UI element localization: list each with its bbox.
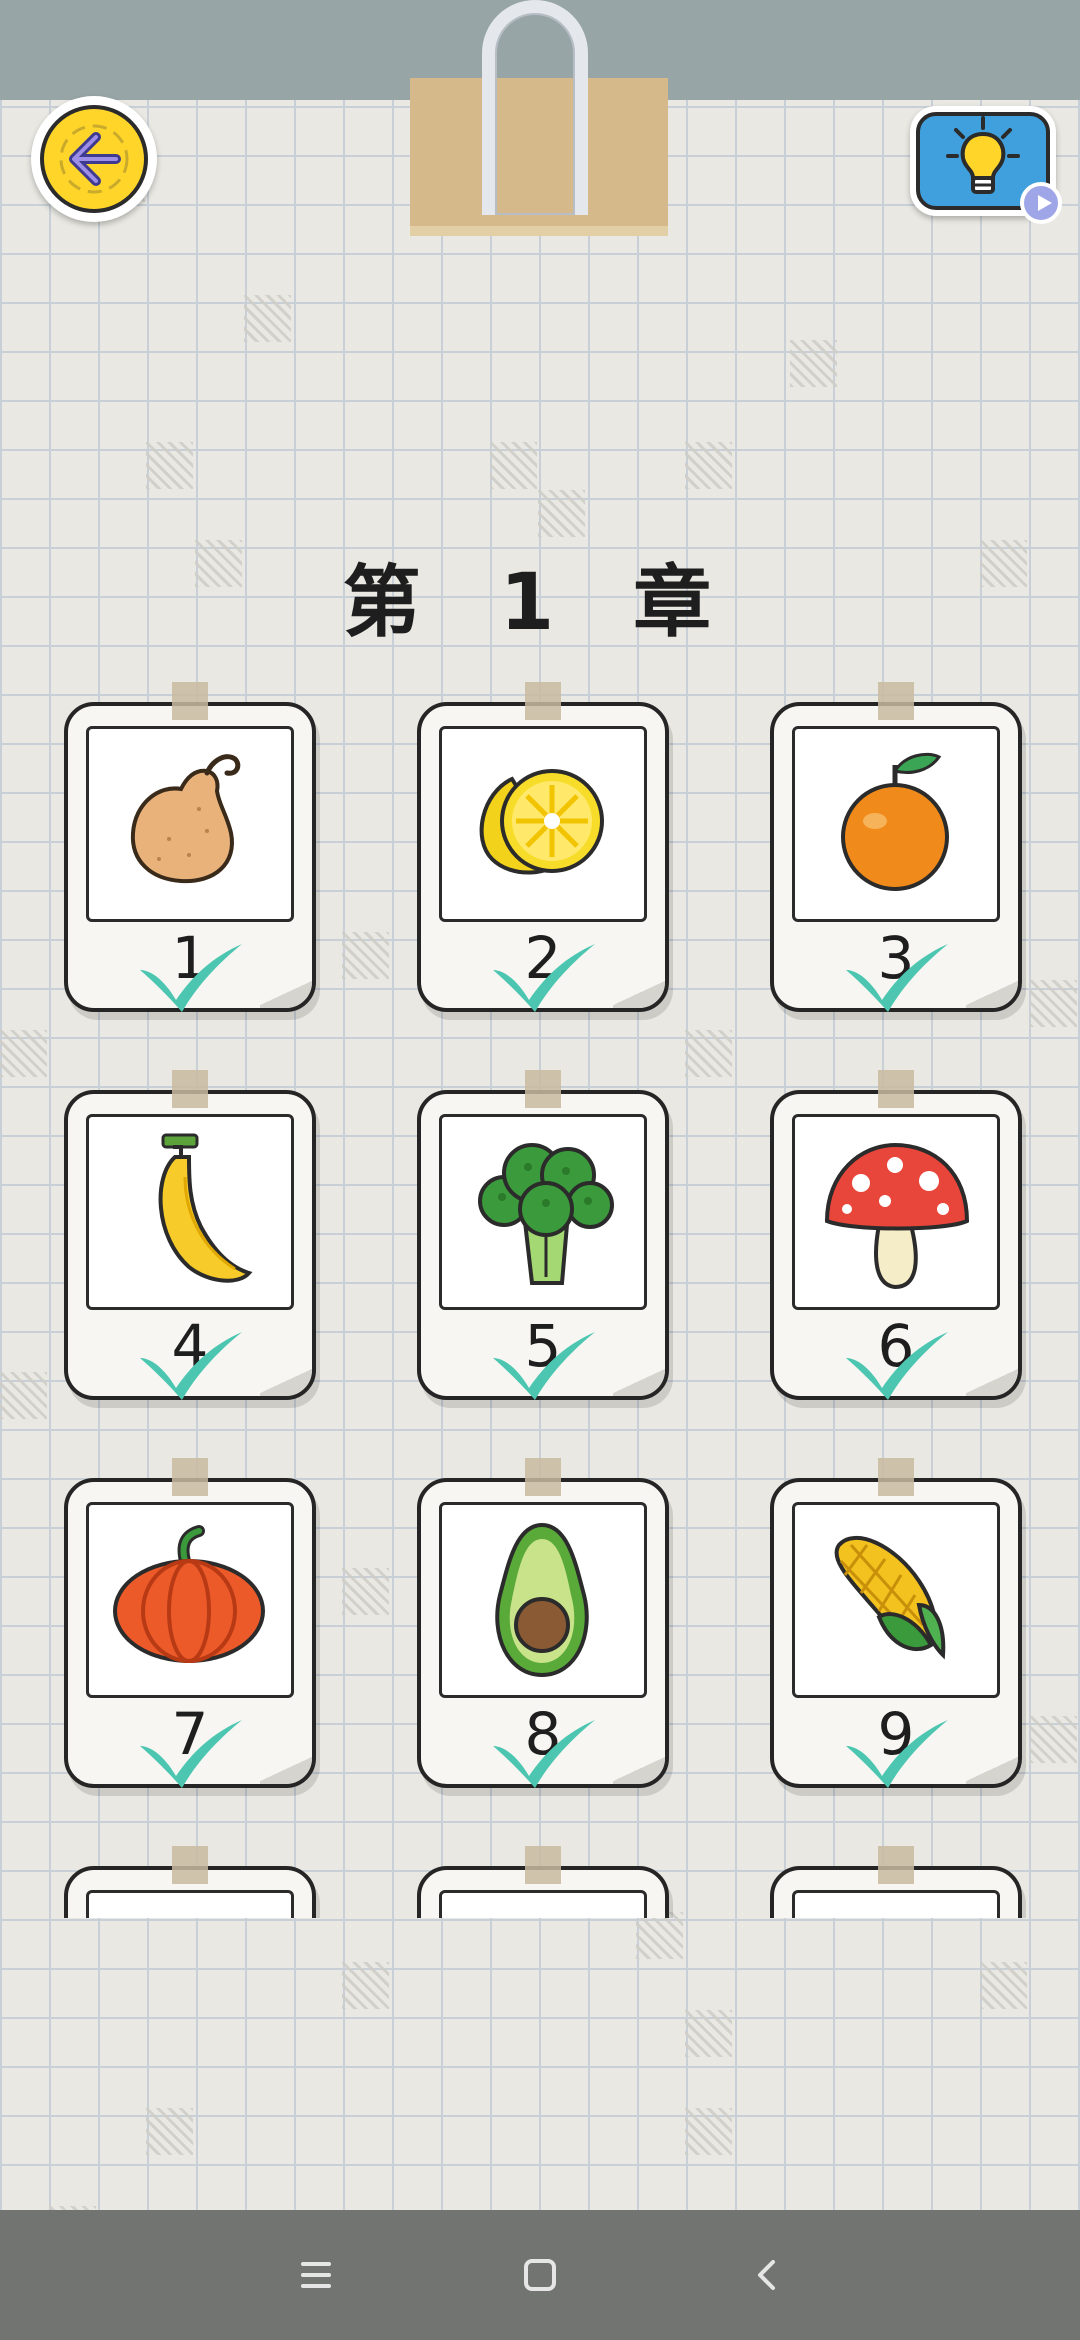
- tape-strip: [878, 1070, 914, 1108]
- level-grid: 1 2 3 4 5 6 7 8 9: [0, 0, 1080, 1918]
- level-select-screen: 第 1 章 1 2 3 4 5 6 7 8 9: [0, 0, 1080, 2340]
- check-icon: [846, 1332, 948, 1400]
- card-picture: [792, 1502, 1000, 1698]
- level-card-11[interactable]: [417, 1846, 669, 1918]
- card-picture: [792, 1114, 1000, 1310]
- tape-strip: [525, 1070, 561, 1108]
- orange-icon: [841, 752, 949, 891]
- card-picture: [86, 1890, 294, 1918]
- tape-strip: [878, 1846, 914, 1884]
- tape-strip: [878, 682, 914, 720]
- hatch-decoration: [685, 2108, 732, 2155]
- tape-strip: [172, 1458, 208, 1496]
- level-card-8[interactable]: 8: [417, 1458, 669, 1788]
- tape-strip: [172, 682, 208, 720]
- level-card-1[interactable]: 1: [64, 682, 316, 1012]
- hatch-decoration: [342, 1962, 389, 2009]
- level-card-7[interactable]: 7: [64, 1458, 316, 1788]
- pumpkin-icon: [113, 1525, 265, 1663]
- card-picture: [439, 1114, 647, 1310]
- lemon-icon: [479, 769, 604, 875]
- hatch-decoration: [980, 1962, 1027, 2009]
- card-picture: [439, 726, 647, 922]
- check-icon: [140, 1332, 242, 1400]
- menu-icon: [301, 2262, 331, 2288]
- level-card-4[interactable]: 4: [64, 1070, 316, 1400]
- level-card-9[interactable]: 9: [770, 1458, 1022, 1788]
- card-picture: [439, 1890, 647, 1918]
- nav-back-icon: [758, 2260, 775, 2290]
- tape-strip: [525, 1458, 561, 1496]
- avocado-icon: [495, 1522, 589, 1678]
- level-card-12[interactable]: [770, 1846, 1022, 1918]
- check-icon: [846, 1720, 948, 1788]
- check-icon: [493, 944, 595, 1012]
- hatch-decoration: [636, 1912, 683, 1959]
- card-picture: [86, 1502, 294, 1698]
- card-picture: [86, 726, 294, 922]
- corn-icon: [834, 1535, 946, 1660]
- level-card-2[interactable]: 2: [417, 682, 669, 1012]
- hatch-decoration: [685, 2010, 732, 2057]
- nav-menu-button[interactable]: [289, 2248, 343, 2302]
- tape-strip: [172, 1846, 208, 1884]
- level-card-5[interactable]: 5: [417, 1070, 669, 1400]
- home-icon: [524, 2259, 556, 2291]
- check-icon: [493, 1332, 595, 1400]
- broccoli-icon: [478, 1143, 614, 1285]
- pear-icon: [130, 754, 241, 884]
- card-picture: [792, 726, 1000, 922]
- card-picture: [439, 1502, 647, 1698]
- check-icon: [846, 944, 948, 1012]
- card-picture: [792, 1890, 1000, 1918]
- check-icon: [493, 1720, 595, 1788]
- tape-strip: [172, 1070, 208, 1108]
- level-card-6[interactable]: 6: [770, 1070, 1022, 1400]
- tape-strip: [525, 682, 561, 720]
- nav-home-button[interactable]: [513, 2248, 567, 2302]
- mushroom-icon: [824, 1142, 970, 1290]
- card-picture: [86, 1114, 294, 1310]
- system-nav-bar: [0, 2210, 1080, 2340]
- banana-icon: [158, 1133, 253, 1283]
- nav-back-button[interactable]: [740, 2248, 794, 2302]
- check-icon: [140, 944, 242, 1012]
- check-icon: [140, 1720, 242, 1788]
- level-card-3[interactable]: 3: [770, 682, 1022, 1012]
- tape-strip: [525, 1846, 561, 1884]
- hatch-decoration: [146, 2108, 193, 2155]
- level-card-10[interactable]: [64, 1846, 316, 1918]
- tape-strip: [878, 1458, 914, 1496]
